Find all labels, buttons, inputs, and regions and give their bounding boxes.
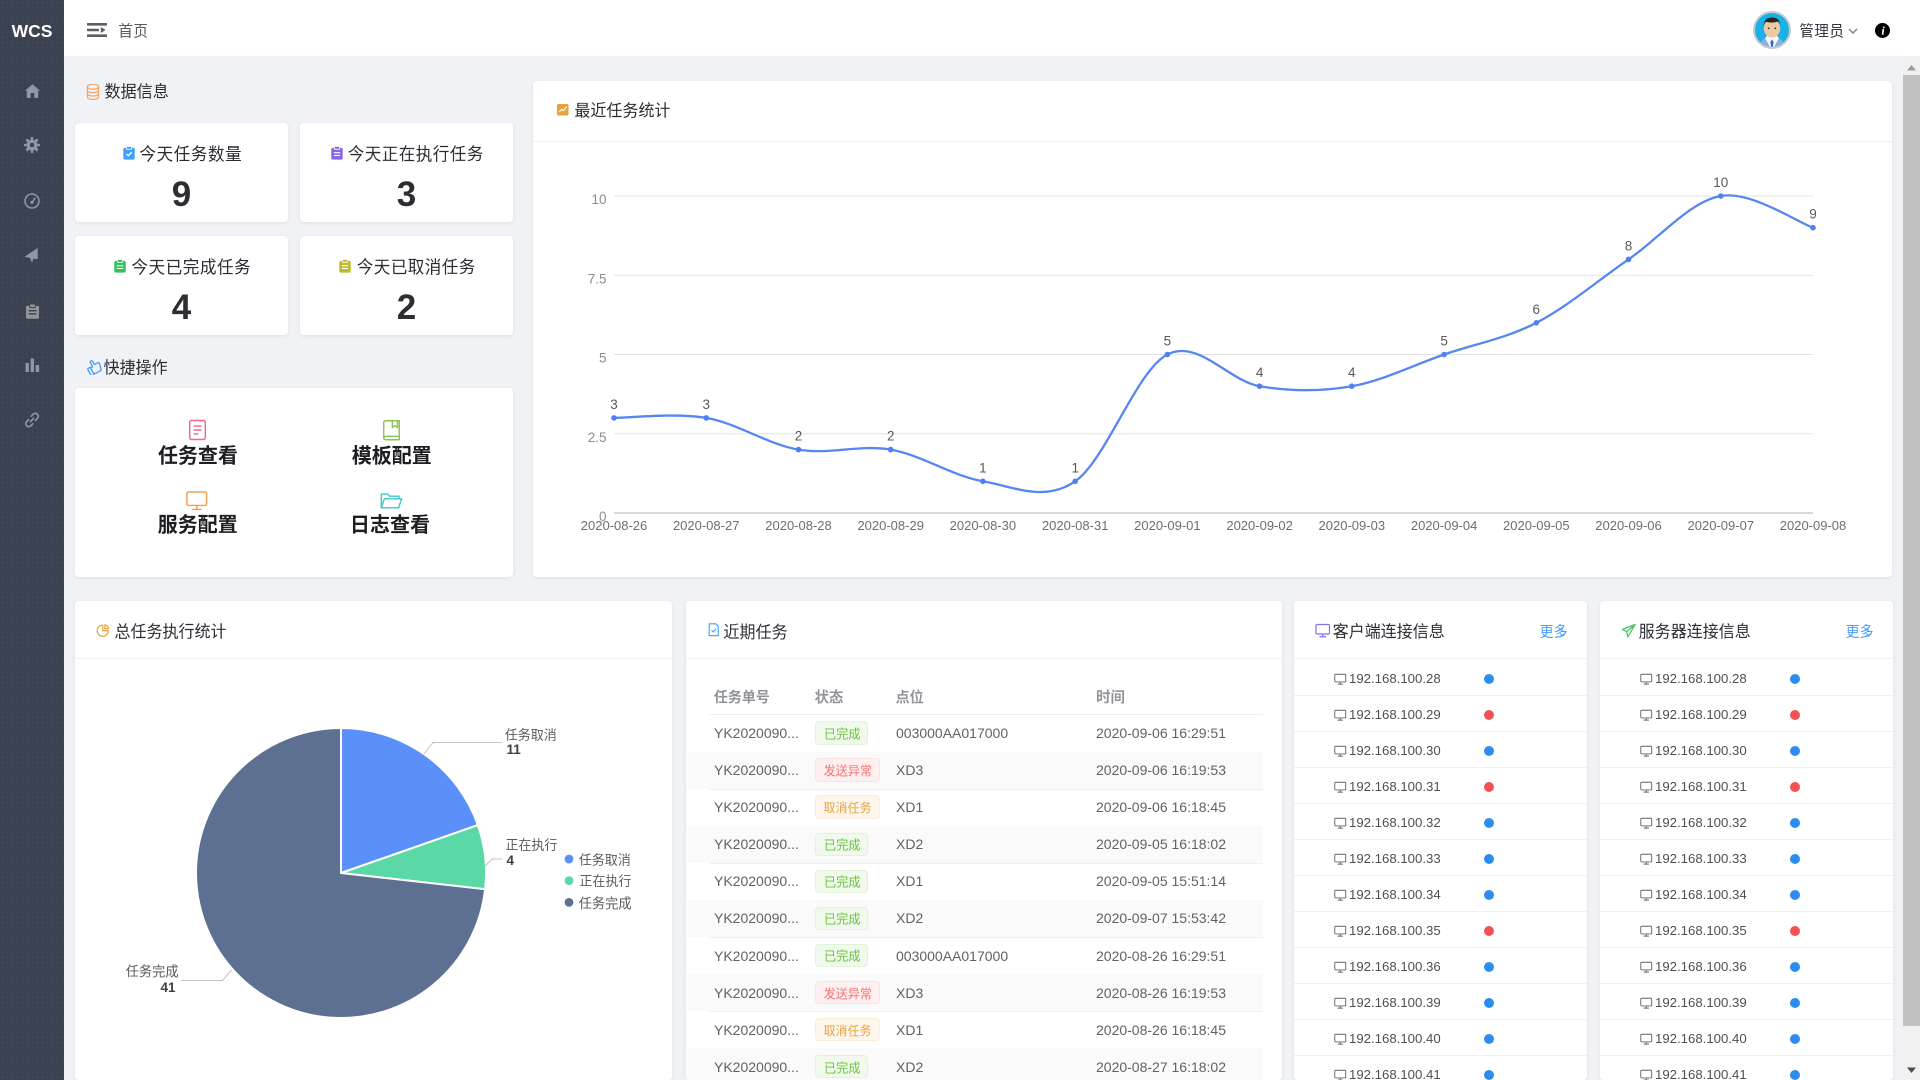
svg-text:2020-09-06: 2020-09-06 <box>1595 518 1662 533</box>
svg-text:2: 2 <box>887 429 895 444</box>
svg-text:8: 8 <box>1625 238 1633 253</box>
svg-text:2020-09-04: 2020-09-04 <box>1411 518 1478 533</box>
svg-text:2020-09-01: 2020-09-01 <box>1134 518 1201 533</box>
svg-text:7.5: 7.5 <box>588 271 607 286</box>
svg-text:2020-09-03: 2020-09-03 <box>1319 518 1386 533</box>
svg-text:2020-09-08: 2020-09-08 <box>1780 518 1847 533</box>
svg-text:5: 5 <box>1164 334 1172 349</box>
svg-text:2020-08-29: 2020-08-29 <box>857 518 924 533</box>
svg-text:5: 5 <box>599 351 607 366</box>
svg-text:4: 4 <box>1348 365 1356 380</box>
svg-text:2020-08-31: 2020-08-31 <box>1042 518 1109 533</box>
svg-text:2020-08-28: 2020-08-28 <box>765 518 832 533</box>
svg-text:1: 1 <box>1071 460 1079 475</box>
svg-text:9: 9 <box>1809 207 1817 222</box>
svg-text:10: 10 <box>1713 175 1728 190</box>
svg-text:3: 3 <box>702 397 710 412</box>
svg-text:4: 4 <box>1256 365 1264 380</box>
svg-text:2020-08-26: 2020-08-26 <box>581 518 648 533</box>
svg-text:5: 5 <box>1440 334 1448 349</box>
svg-text:3: 3 <box>610 397 618 412</box>
svg-text:2020-09-02: 2020-09-02 <box>1226 518 1293 533</box>
svg-text:2020-08-27: 2020-08-27 <box>673 518 740 533</box>
svg-text:2020-08-30: 2020-08-30 <box>950 518 1017 533</box>
svg-text:2020-09-07: 2020-09-07 <box>1688 518 1755 533</box>
svg-text:1: 1 <box>979 460 987 475</box>
svg-text:2.5: 2.5 <box>588 430 607 445</box>
svg-text:6: 6 <box>1533 302 1541 317</box>
svg-text:2: 2 <box>795 429 803 444</box>
svg-text:10: 10 <box>591 192 606 207</box>
svg-text:2020-09-05: 2020-09-05 <box>1503 518 1570 533</box>
